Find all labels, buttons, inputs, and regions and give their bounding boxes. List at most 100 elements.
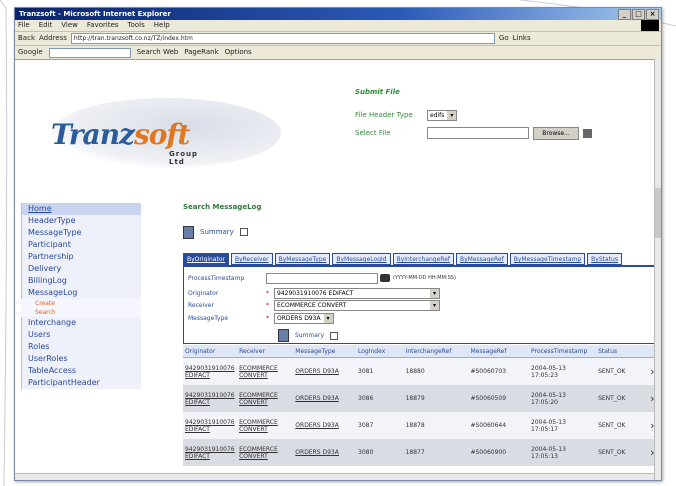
sidebar-item-interchange[interactable]: Interchange — [21, 317, 141, 329]
timestamp-label: ProcessTimestamp — [188, 274, 245, 282]
cell-interchangeref: 18880 — [403, 357, 469, 385]
filter-summary-label: Summary — [295, 332, 324, 339]
col-messagetype[interactable]: MessageType — [293, 345, 357, 358]
tab-by-status[interactable]: ByStatus — [587, 253, 622, 265]
col-status[interactable]: Status — [596, 345, 644, 358]
menu-file[interactable]: File — [18, 20, 30, 31]
go-button[interactable]: Go — [499, 32, 509, 45]
menu-view[interactable]: View — [61, 20, 78, 31]
tab-by-message-type[interactable]: ByMessageType — [274, 253, 331, 265]
search-tabs: ByOriginator ByReceiver ByMessageType By… — [183, 253, 661, 265]
address-bar: Back Address http://tran.tranzsoft.co.nz… — [15, 32, 661, 46]
menu-favorites[interactable]: Favorites — [87, 20, 119, 31]
cell-receiver-link[interactable]: ECOMMERCE CONVERT — [237, 412, 294, 439]
tab-by-message-timestamp[interactable]: ByMessageTimestamp — [509, 253, 586, 265]
cell-interchangeref: 18878 — [403, 412, 469, 439]
address-input[interactable]: http://tran.tranzsoft.co.nz/TZ/index.htm — [70, 33, 495, 44]
links-button[interactable]: Links — [513, 32, 531, 45]
sidebar-item-partnership[interactable]: Partnership — [21, 251, 141, 263]
back-button[interactable]: Back — [18, 32, 35, 45]
cell-messagetype-link[interactable]: ORDERS D93A — [293, 357, 357, 385]
cell-messagetype-link[interactable]: ORDERS D93A — [293, 412, 357, 439]
col-receiver[interactable]: Receiver — [237, 345, 294, 358]
sidebar-subitem-search[interactable]: Search — [21, 308, 141, 317]
horizontal-scrollbar[interactable] — [15, 473, 655, 480]
col-messageref[interactable]: MessageRef — [468, 345, 530, 358]
sidebar-item-tableaccess[interactable]: TableAccess — [21, 365, 141, 377]
minimize-button[interactable]: _ — [618, 9, 631, 20]
sidebar-item-billinglog[interactable]: BillingLog — [21, 275, 141, 287]
upload-icon[interactable] — [583, 128, 592, 138]
timestamp-format-hint: (YYYY-MM-DD HH:MM:SS) — [393, 275, 456, 281]
cell-originator-link[interactable]: 9429031910076 EDIFACT — [183, 439, 238, 466]
col-processtimestamp[interactable]: ProcessTimestamp — [529, 345, 597, 358]
cell-originator-link[interactable]: 9429031910076 EDIFACT — [183, 357, 238, 385]
document-icon — [183, 225, 194, 239]
tab-by-message-ref[interactable]: ByMessageRef — [456, 253, 508, 265]
timestamp-input[interactable] — [266, 272, 378, 284]
tab-by-message-log-id[interactable]: ByMessageLogId — [332, 253, 391, 265]
cell-receiver-link[interactable]: ECOMMERCE CONVERT — [237, 357, 294, 385]
cell-logindex: 3080 — [356, 439, 404, 466]
cell-messagetype-link[interactable]: ORDERS D93A — [293, 439, 357, 466]
cell-interchangeref: 18879 — [403, 385, 469, 412]
cell-receiver-link[interactable]: ECOMMERCE CONVERT — [237, 385, 294, 412]
sidebar-item-roles[interactable]: Roles — [21, 341, 141, 353]
col-originator[interactable]: Originator — [183, 345, 238, 358]
search-filter-panel: ProcessTimestamp (YYYY-MM-DD HH:MM:SS) O… — [183, 265, 661, 344]
file-path-input[interactable] — [427, 127, 529, 139]
scrollbar-thumb[interactable] — [655, 188, 661, 238]
sidebar-item-messagetype[interactable]: MessageType — [21, 227, 141, 239]
maximize-button[interactable]: □ — [632, 9, 645, 20]
summary-checkbox[interactable] — [239, 228, 248, 236]
message-type-label: MessageType — [188, 314, 229, 322]
browser-window: Tranzsoft - Microsoft Internet Explorer … — [14, 7, 662, 481]
sidebar-item-participantheader[interactable]: ParticipantHeader — [21, 377, 141, 389]
google-search-input[interactable] — [48, 47, 131, 58]
cell-originator-link[interactable]: 9429031910076 EDIFACT — [183, 412, 238, 439]
col-logindex[interactable]: LogIndex — [356, 345, 404, 358]
table-row: 9429031910076 EDIFACT ECOMMERCE CONVERT … — [183, 439, 661, 466]
message-type-select[interactable]: ORDERS D93A — [274, 312, 334, 324]
menu-tools[interactable]: Tools — [128, 20, 145, 31]
browse-button[interactable]: Browse... — [533, 126, 579, 140]
col-interchangeref[interactable]: InterchangeRef — [403, 345, 469, 358]
close-button[interactable]: × — [646, 9, 659, 20]
receiver-select[interactable]: ECOMMERCE CONVERT — [274, 299, 440, 311]
tranzsoft-logo: Tranzsoft Group Ltd — [51, 98, 281, 168]
tab-by-receiver[interactable]: ByReceiver — [230, 253, 273, 265]
title-bar: Tranzsoft - Microsoft Internet Explorer … — [15, 8, 661, 20]
file-header-type-select[interactable]: edifs — [427, 109, 458, 121]
originator-select[interactable]: 9429031910076 EDIFACT — [274, 287, 440, 299]
cell-messageref: #S0060644 — [468, 412, 530, 439]
cell-messagetype-link[interactable]: ORDERS D93A — [293, 385, 357, 412]
sidebar-item-headertype[interactable]: HeaderType — [21, 215, 141, 227]
cell-messageref: #S0060703 — [468, 357, 530, 385]
menu-edit[interactable]: Edit — [39, 20, 53, 31]
submit-file-title: Submit File — [355, 88, 400, 96]
page-content: Tranzsoft Group Ltd Submit File File Hea… — [15, 58, 661, 480]
tab-by-interchange-ref[interactable]: ByInterchangeRef — [392, 253, 455, 265]
file-header-type-label: File Header Type — [355, 111, 413, 119]
sidebar-item-userroles[interactable]: UserRoles — [21, 353, 141, 365]
sidebar-item-delivery[interactable]: Delivery — [21, 263, 141, 275]
sidebar-item-home[interactable]: Home — [21, 203, 141, 215]
document-icon — [278, 329, 289, 342]
menu-help[interactable]: Help — [154, 20, 170, 31]
cell-receiver-link[interactable]: ECOMMERCE CONVERT — [237, 439, 294, 466]
address-label: Address — [39, 34, 67, 42]
binoculars-icon[interactable] — [380, 274, 390, 282]
sidebar-item-users[interactable]: Users — [21, 329, 141, 341]
table-row: 9429031910076 EDIFACT ECOMMERCE CONVERT … — [183, 357, 661, 385]
sidebar-item-messagelog[interactable]: MessageLog — [21, 287, 141, 299]
sidebar-item-participant[interactable]: Participant — [21, 239, 141, 251]
cell-status: SENT_OK — [596, 357, 644, 385]
window-controls: _ □ × — [618, 9, 659, 20]
tab-by-originator[interactable]: ByOriginator — [183, 253, 229, 265]
cell-originator-link[interactable]: 9429031910076 EDIFACT — [183, 385, 238, 412]
cell-messageref: #S0060900 — [468, 439, 530, 466]
cell-timestamp: 2004-05-13 17:05:13 — [529, 439, 597, 466]
vertical-scrollbar[interactable] — [654, 58, 661, 480]
filter-summary-checkbox[interactable] — [330, 331, 338, 340]
sidebar-subitem-create[interactable]: Create — [21, 299, 141, 308]
